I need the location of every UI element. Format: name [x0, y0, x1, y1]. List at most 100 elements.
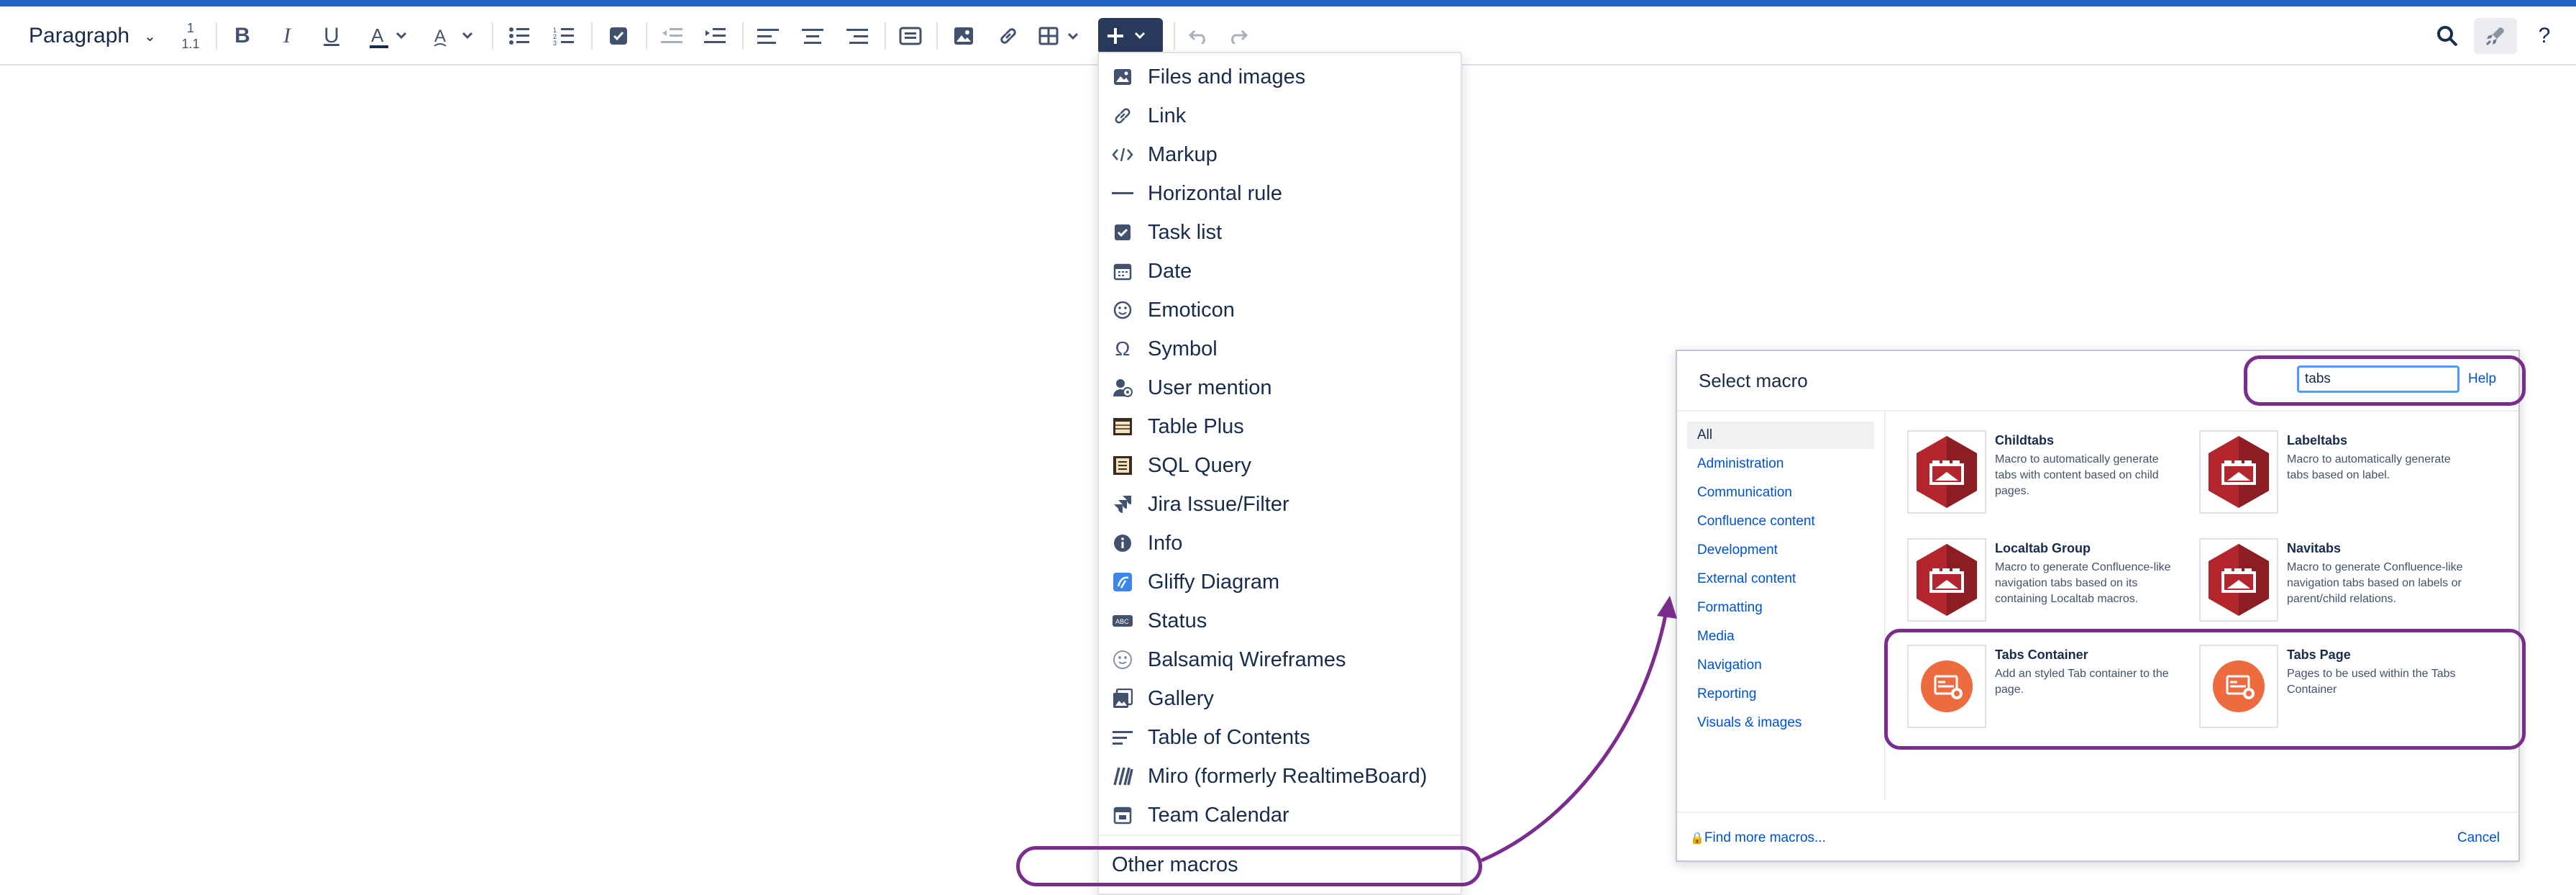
menu-item-label: Gallery	[1148, 686, 1214, 710]
category-administration[interactable]: Administration	[1687, 450, 1874, 478]
red-hex-macro-icon	[2199, 538, 2278, 622]
menu-item-date[interactable]: Date	[1099, 252, 1461, 291]
macro-name: Navitabs	[2287, 541, 2342, 555]
menu-item-table-of-contents[interactable]: Table of Contents	[1099, 718, 1461, 757]
paragraph-style-select[interactable]: Paragraph ⌄	[22, 18, 162, 54]
macro-card-labeltabs[interactable]: Labeltabs Macro to automatically generat…	[2199, 430, 2480, 517]
menu-item-balsamiq-wireframes[interactable]: Balsamiq Wireframes	[1099, 640, 1461, 679]
category-external-content[interactable]: External content	[1687, 565, 1874, 593]
link-icon[interactable]	[992, 18, 1024, 54]
svg-text:A: A	[371, 24, 384, 46]
category-formatting[interactable]: Formatting	[1687, 594, 1874, 622]
select-macro-dialog: Select macro Help All Administration Com…	[1676, 350, 2520, 862]
image-icon[interactable]	[948, 18, 979, 54]
macro-name: Localtab Group	[1995, 541, 2091, 555]
toolbar-divider	[936, 22, 938, 50]
menu-item-emoticon[interactable]: Emoticon	[1099, 291, 1461, 330]
menu-item-label: Symbol	[1148, 337, 1218, 360]
indent-icon[interactable]	[699, 18, 731, 54]
italic-icon[interactable]: I	[271, 18, 303, 54]
table-icon[interactable]	[1038, 18, 1084, 54]
menu-item-status[interactable]: ABC Status	[1099, 601, 1461, 640]
numbered-list-icon[interactable]: 123	[548, 18, 580, 54]
menu-item-gallery[interactable]: Gallery	[1099, 679, 1461, 718]
jira-icon	[1112, 494, 1133, 515]
menu-item-info[interactable]: Info	[1099, 524, 1461, 563]
menu-item-label: Gliffy Diagram	[1148, 570, 1280, 594]
category-all[interactable]: All	[1687, 422, 1874, 449]
find-more-macros-link[interactable]: 🔒Find more macros...	[1690, 830, 1826, 846]
macro-card-navitabs[interactable]: Navitabs Macro to generate Confluence-li…	[2199, 538, 2480, 624]
menu-item-task-list[interactable]: Task list	[1099, 213, 1461, 252]
hr-icon	[1112, 183, 1133, 204]
toolbar-divider	[1174, 22, 1175, 50]
undo-icon[interactable]	[1182, 18, 1214, 54]
brand-bar	[0, 0, 2576, 6]
paragraph-style-label: Paragraph	[29, 24, 130, 47]
category-reporting[interactable]: Reporting	[1687, 681, 1874, 708]
category-navigation[interactable]: Navigation	[1687, 652, 1874, 679]
menu-item-gliffy-diagram[interactable]: Gliffy Diagram	[1099, 563, 1461, 601]
code-icon	[1112, 144, 1133, 165]
rocket-icon[interactable]	[2474, 18, 2517, 54]
text-style-icon[interactable]: A	[430, 18, 478, 54]
calendar-icon	[1112, 260, 1133, 282]
menu-item-jira-issue-filter[interactable]: Jira Issue/Filter	[1099, 485, 1461, 524]
omega-icon: Ω	[1115, 337, 1131, 360]
macro-description: Macro to generate Confluence-like naviga…	[2287, 561, 2463, 605]
svg-text:A: A	[434, 27, 446, 46]
red-hex-macro-icon	[2199, 430, 2278, 514]
menu-item-label: Files and images	[1148, 65, 1306, 88]
find-more-label: Find more macros...	[1704, 830, 1826, 845]
macro-card-localtab-group[interactable]: Localtab Group Macro to generate Conflue…	[1907, 538, 2188, 624]
lock-icon: 🔒	[1690, 832, 1704, 845]
heading-numbering-button[interactable]: 1 1.1	[174, 18, 207, 54]
menu-item-team-calendar[interactable]: Team Calendar	[1099, 796, 1461, 835]
menu-item-user-mention[interactable]: User mention	[1099, 368, 1461, 407]
user-icon	[1112, 377, 1133, 399]
toolbar-divider	[742, 22, 744, 50]
menu-item-label: SQL Query	[1148, 453, 1251, 477]
menu-item-miro[interactable]: Miro (formerly RealtimeBoard)	[1099, 757, 1461, 796]
macro-description: Macro to automatically generate tabs bas…	[2287, 453, 2451, 481]
category-development[interactable]: Development	[1687, 537, 1874, 564]
menu-item-symbol[interactable]: Ω Symbol	[1099, 330, 1461, 368]
menu-item-link[interactable]: Link	[1099, 96, 1461, 135]
dialog-footer: 🔒Find more macros... Cancel	[1677, 812, 2518, 860]
category-visuals-images[interactable]: Visuals & images	[1687, 709, 1874, 737]
menu-item-label: Emoticon	[1148, 298, 1235, 322]
macro-card-childtabs[interactable]: Childtabs Macro to automatically generat…	[1907, 430, 2188, 517]
macro-description: Macro to automatically generate tabs wit…	[1995, 453, 2159, 497]
toolbar-divider	[591, 22, 593, 50]
menu-item-label: Miro (formerly RealtimeBoard)	[1148, 764, 1428, 788]
menu-item-files-and-images[interactable]: Files and images	[1099, 58, 1461, 96]
menu-item-table-plus[interactable]: Table Plus	[1099, 407, 1461, 446]
menu-item-sql-query[interactable]: SQL Query	[1099, 446, 1461, 485]
align-center-icon[interactable]	[797, 18, 828, 54]
bullet-list-icon[interactable]	[503, 18, 535, 54]
cancel-button[interactable]: Cancel	[2457, 830, 2500, 846]
text-color-icon[interactable]: A	[367, 18, 410, 54]
red-hex-macro-icon	[1907, 538, 1986, 622]
category-media[interactable]: Media	[1687, 623, 1874, 650]
help-icon[interactable]: ?	[2529, 18, 2560, 54]
layout-icon[interactable]	[895, 18, 926, 54]
search-icon[interactable]	[2429, 18, 2465, 54]
balsamiq-icon	[1112, 649, 1133, 671]
menu-item-horizontal-rule[interactable]: Horizontal rule	[1099, 174, 1461, 213]
menu-item-markup[interactable]: Markup	[1099, 135, 1461, 174]
bold-icon[interactable]: B	[227, 18, 258, 54]
category-confluence-content[interactable]: Confluence content	[1687, 508, 1874, 535]
category-communication[interactable]: Communication	[1687, 479, 1874, 506]
insert-plus-button[interactable]	[1098, 18, 1163, 54]
task-icon[interactable]	[603, 18, 634, 54]
underline-icon[interactable]: U	[316, 18, 347, 54]
outdent-icon[interactable]	[656, 18, 688, 54]
menu-item-label: Status	[1148, 609, 1207, 632]
align-left-icon[interactable]	[752, 18, 784, 54]
menu-item-label: Markup	[1148, 142, 1218, 166]
menu-item-label: Table Plus	[1148, 414, 1244, 438]
align-right-icon[interactable]	[841, 18, 873, 54]
redo-icon[interactable]	[1223, 18, 1254, 54]
red-hex-macro-icon	[1907, 430, 1986, 514]
